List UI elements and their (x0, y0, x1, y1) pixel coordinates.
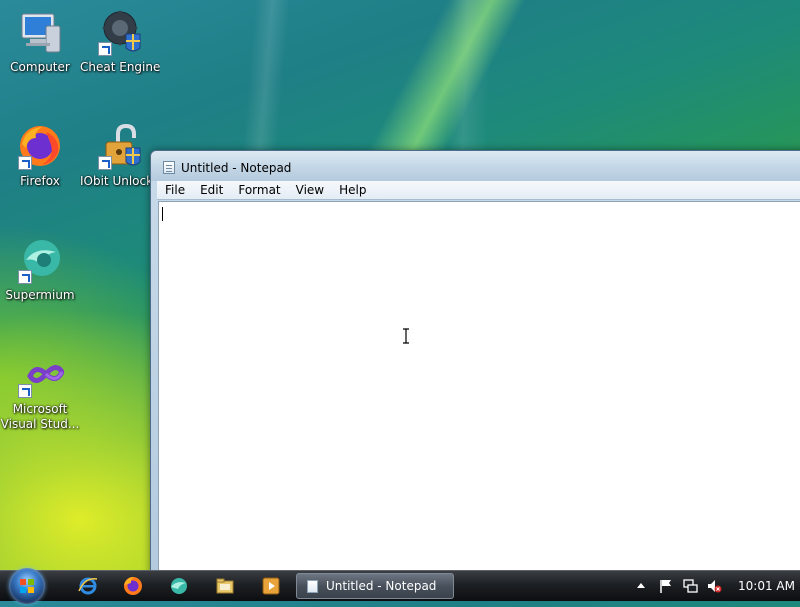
firefox-icon (16, 122, 64, 170)
taskbar-button-notepad[interactable]: Untitled - Notepad (296, 573, 454, 599)
visual-studio-icon (16, 350, 65, 398)
cheat-engine-icon (96, 8, 144, 56)
supermium-icon (16, 236, 64, 284)
desktop-icon-iobit-unlocker[interactable]: IObit Unlocker (80, 122, 160, 189)
desktop-icon-supermium[interactable]: Supermium (0, 236, 80, 303)
desktop-icon-firefox[interactable]: Firefox (0, 122, 80, 189)
desktop-icon-label: Cheat Engine (80, 60, 160, 74)
desktop-icon-visual-studio[interactable]: Microsoft Visual Stud... (0, 350, 80, 432)
menu-view[interactable]: View (288, 181, 331, 197)
shortcut-arrow-icon (98, 156, 112, 170)
iobit-unlocker-icon (96, 122, 144, 170)
start-button[interactable] (9, 568, 45, 604)
firefox-quicklaunch-icon[interactable] (122, 575, 144, 597)
menu-format[interactable]: Format (230, 181, 287, 197)
desktop-icon-label: Firefox (20, 174, 60, 188)
windows-logo-icon (20, 579, 34, 593)
file-explorer-icon[interactable] (214, 575, 236, 597)
volume-muted-icon[interactable] (706, 578, 722, 594)
notepad-icon (307, 580, 318, 593)
shortcut-arrow-icon (98, 42, 112, 56)
supermium-quicklaunch-icon[interactable] (167, 575, 189, 597)
menu-help[interactable]: Help (331, 181, 373, 197)
shortcut-arrow-icon (18, 384, 32, 398)
media-player-icon[interactable] (260, 575, 282, 597)
notepad-icon (163, 161, 175, 174)
taskbar: Untitled - Notepad 10:01 AM (0, 568, 800, 604)
notepad-window[interactable]: Untitled - Notepad File Edit Format View Hel… (150, 150, 800, 582)
clock[interactable]: 10:01 AM (738, 579, 795, 593)
network-icon[interactable] (682, 578, 698, 594)
desktop-icon-label: Supermium (5, 288, 75, 302)
taskbar-button-label: Untitled - Notepad (326, 579, 437, 593)
menu-bar: File Edit Format View Help (157, 181, 800, 200)
internet-explorer-icon[interactable] (77, 575, 99, 597)
desktop-icon-label: IObit Unlocker (80, 174, 160, 188)
desktop-icon-label: Microsoft Visual Stud... (0, 402, 80, 431)
title-bar[interactable]: Untitled - Notepad (151, 151, 800, 181)
text-editor-input[interactable] (159, 202, 800, 581)
text-caret (162, 207, 163, 221)
show-hidden-icons-icon[interactable] (637, 583, 645, 588)
window-title: Untitled - Notepad (181, 161, 292, 175)
desktop-icon-computer[interactable]: Computer (0, 8, 80, 75)
computer-icon (16, 8, 64, 56)
shortcut-arrow-icon (18, 156, 32, 170)
menu-edit[interactable]: Edit (192, 181, 230, 197)
desktop-icon-label: Computer (10, 60, 70, 74)
menu-file[interactable]: File (157, 181, 192, 197)
text-editor-area[interactable] (158, 201, 800, 581)
shortcut-arrow-icon (18, 270, 32, 284)
desktop-icon-cheat-engine[interactable]: Cheat Engine (80, 8, 160, 75)
ibeam-cursor-icon (403, 328, 409, 344)
action-center-flag-icon[interactable] (658, 578, 674, 594)
